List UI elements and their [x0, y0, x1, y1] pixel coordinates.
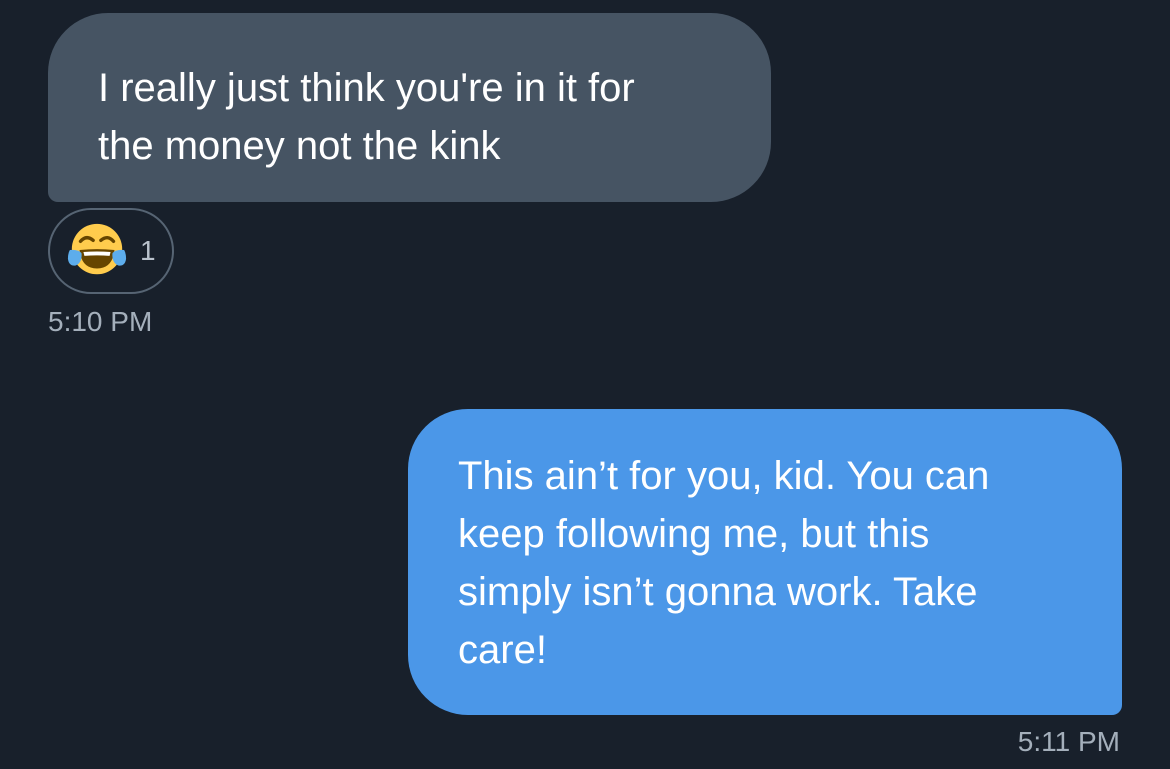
- message-text-line: the money not the kink: [98, 124, 501, 168]
- message-timestamp: 5:10 PM: [48, 306, 153, 337]
- message-text-line: simply isn’t gonna work. Take: [458, 570, 978, 614]
- message-text-line: keep following me, but this: [458, 512, 930, 556]
- face-with-tears-of-joy-icon: [67, 223, 127, 275]
- reaction-pill[interactable]: 1: [48, 208, 174, 294]
- message-text-line: This ain’t for you, kid. You can: [458, 454, 990, 498]
- reaction-count: 1: [140, 235, 156, 266]
- outgoing-message-bubble[interactable]: This ain’t for you, kid. You can keep fo…: [408, 409, 1122, 715]
- message-timestamp: 5:11 PM: [1017, 726, 1120, 757]
- message-text-line: I really just think you're in it for: [98, 66, 635, 110]
- incoming-message-bubble[interactable]: I really just think you're in it for the…: [48, 13, 771, 202]
- message-text-line: care!: [458, 628, 547, 672]
